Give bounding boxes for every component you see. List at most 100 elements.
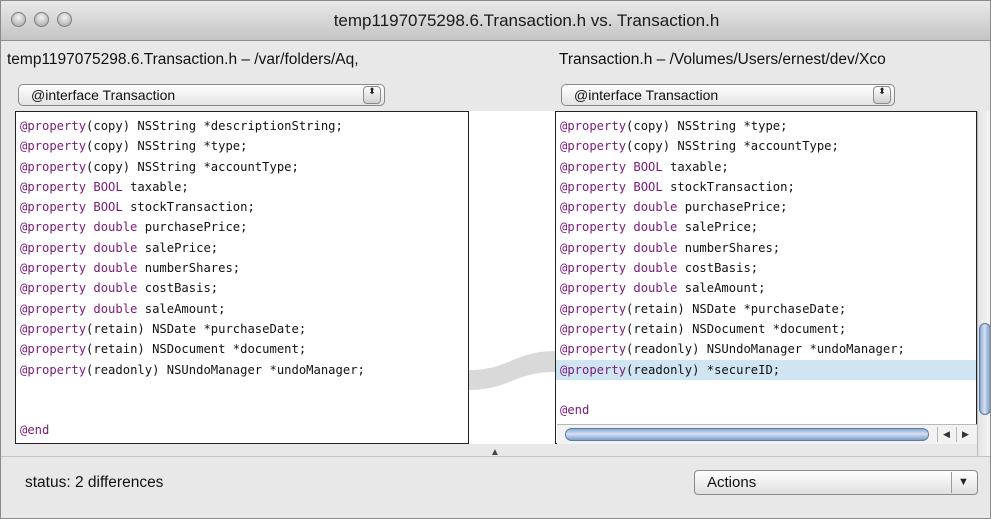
code-keyword: @property double xyxy=(560,200,678,215)
left-code-pane[interactable]: @property(copy) NSString *descriptionStr… xyxy=(15,111,469,444)
code-keyword: @property xyxy=(560,139,627,154)
left-symbol-popup[interactable]: @interface Transaction ⬍ xyxy=(18,84,385,106)
code-text: (copy) NSString *type; xyxy=(86,139,248,154)
code-line-end: @end xyxy=(556,400,976,420)
code-keyword: @property xyxy=(560,342,627,357)
code-text: (retain) NSDate *purchaseDate; xyxy=(86,321,307,336)
code-line: @property(copy) NSString *descriptionStr… xyxy=(16,116,468,136)
diff-bridge xyxy=(469,111,555,444)
status-text: status: 2 differences xyxy=(25,474,164,491)
code-line: @property double costBasis; xyxy=(16,278,468,298)
right-symbol-popup[interactable]: @interface Transaction ⬍ xyxy=(561,84,895,106)
code-text: taxable; xyxy=(662,159,729,174)
code-line: @property(copy) NSString *accountType; xyxy=(556,136,976,156)
code-text: saleAmount; xyxy=(677,281,766,296)
code-keyword: @end xyxy=(20,423,50,438)
code-line: @property double saleAmount; xyxy=(16,299,468,319)
code-text: (retain) NSDocument *document; xyxy=(626,321,847,336)
title-bar: temp1197075298.6.Transaction.h vs. Trans… xyxy=(1,1,990,41)
code-text: stockTransaction; xyxy=(122,200,255,215)
code-keyword: @property BOOL xyxy=(20,200,123,215)
code-keyword: @property xyxy=(20,159,87,174)
code-text: (readonly) NSUndoManager *undoManager; xyxy=(626,342,905,357)
vertical-scrollbar[interactable] xyxy=(977,111,990,456)
code-text: (readonly) NSUndoManager *undoManager; xyxy=(86,362,365,377)
code-text: (copy) NSString *type; xyxy=(626,119,788,133)
code-text: salePrice; xyxy=(677,220,759,235)
code-line: @property(retain) NSDocument *document; xyxy=(556,319,976,339)
code-line: @property(copy) NSString *accountType; xyxy=(16,157,468,177)
code-line: @property(copy) NSString *type; xyxy=(556,116,976,136)
diff-connector-graphic xyxy=(469,351,555,390)
actions-popup[interactable]: Actions ▼ xyxy=(694,470,978,495)
code-keyword: @property double xyxy=(20,281,138,296)
code-text: purchasePrice; xyxy=(677,200,788,215)
code-text: (retain) NSDate *purchaseDate; xyxy=(626,301,847,316)
code-text: (readonly) *secureID; xyxy=(626,362,781,377)
code-line: @property(retain) NSDocument *document; xyxy=(16,339,468,359)
code-keyword: @property double xyxy=(560,261,678,276)
code-keyword: @property double xyxy=(20,220,138,235)
code-line: @property(copy) NSString *type; xyxy=(16,136,468,156)
right-symbol-popup-label: @interface Transaction xyxy=(574,87,719,103)
code-keyword: @property BOOL xyxy=(560,159,663,174)
left-code-text: @property(copy) NSString *descriptionStr… xyxy=(16,116,468,441)
code-line: @property double purchasePrice; xyxy=(16,217,468,237)
chevron-down-icon: ▼ xyxy=(951,472,975,493)
code-keyword: @property double xyxy=(20,261,138,276)
code-line: @property(readonly) *secureID; xyxy=(556,359,976,380)
code-text: costBasis; xyxy=(677,261,759,276)
code-line: @property double numberShares; xyxy=(16,258,468,278)
code-text: (retain) NSDocument *document; xyxy=(86,342,307,357)
window-title: temp1197075298.6.Transaction.h vs. Trans… xyxy=(333,11,720,30)
code-line: @property(retain) NSDate *purchaseDate; xyxy=(16,319,468,339)
scroll-left-icon[interactable]: ◀ xyxy=(937,427,955,442)
code-line: @property BOOL taxable; xyxy=(16,177,468,197)
code-line-end: @end xyxy=(16,420,468,440)
filemerge-window: temp1197075298.6.Transaction.h vs. Trans… xyxy=(0,0,991,519)
code-line: @property(retain) NSDate *purchaseDate; xyxy=(556,299,976,319)
code-text: numberShares; xyxy=(677,240,781,255)
code-line: @property BOOL taxable; xyxy=(556,157,976,177)
code-keyword: @property xyxy=(560,321,627,336)
code-keyword: @property xyxy=(20,139,87,154)
left-file-path: temp1197075298.6.Transaction.h – /var/fo… xyxy=(7,51,359,68)
right-code-text: @property(copy) NSString *type; @property… xyxy=(556,116,976,420)
code-line: @property double salePrice; xyxy=(16,238,468,258)
actions-label: Actions xyxy=(707,474,757,491)
splitter-handle-icon[interactable]: ▲ xyxy=(490,447,500,458)
code-line: @property BOOL stockTransaction; xyxy=(16,197,468,217)
code-text: stockTransaction; xyxy=(662,179,795,194)
code-keyword: @property xyxy=(20,119,87,133)
code-keyword: @property double xyxy=(560,240,678,255)
bottom-bar: status: 2 differences Actions ▼ xyxy=(1,456,990,518)
code-line: @property double costBasis; xyxy=(556,258,976,278)
code-text: (copy) NSString *descriptionString; xyxy=(86,119,343,133)
right-code-pane[interactable]: @property(copy) NSString *type; @property… xyxy=(555,111,977,444)
code-line: @property(readonly) NSUndoManager *undoM… xyxy=(556,339,976,359)
left-symbol-popup-label: @interface Transaction xyxy=(31,87,176,103)
code-text: purchasePrice; xyxy=(137,220,248,235)
code-line: @property(readonly) NSUndoManager *undoM… xyxy=(16,360,468,380)
scroll-right-icon[interactable]: ▶ xyxy=(956,427,974,442)
popup-arrows-icon: ⬍ xyxy=(363,86,381,104)
code-keyword: @property double xyxy=(20,301,138,316)
code-keyword: @property xyxy=(560,362,627,377)
code-text: (copy) NSString *accountType; xyxy=(86,159,299,174)
horizontal-scroll-thumb[interactable] xyxy=(565,428,929,441)
code-line: @property double numberShares; xyxy=(556,238,976,258)
code-keyword: @property xyxy=(20,321,87,336)
horizontal-scrollbar[interactable]: ◀ ▶ xyxy=(557,424,977,444)
code-keyword: @property xyxy=(20,342,87,357)
code-text: (copy) NSString *accountType; xyxy=(626,139,839,154)
code-keyword: @property xyxy=(560,119,627,133)
code-text: costBasis; xyxy=(137,281,219,296)
code-line: @property double purchasePrice; xyxy=(556,197,976,217)
code-keyword: @property double xyxy=(560,281,678,296)
code-line: @property double saleAmount; xyxy=(556,278,976,298)
vertical-scroll-thumb[interactable] xyxy=(979,323,990,415)
code-line: @property double salePrice; xyxy=(556,217,976,237)
code-keyword: @property double xyxy=(20,240,138,255)
code-keyword: @property double xyxy=(560,220,678,235)
